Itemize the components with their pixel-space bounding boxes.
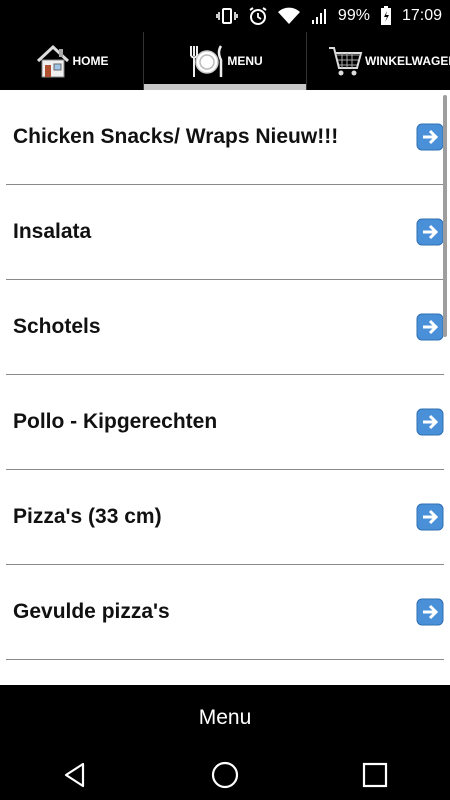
- list-item-label: Chicken Snacks/ Wraps Nieuw!!!: [13, 125, 339, 148]
- list-item-label: Gevulde pizza's: [13, 600, 170, 623]
- list-item-partial[interactable]: [6, 660, 444, 685]
- list-item-label: Pollo - Kipgerechten: [13, 410, 218, 433]
- recents-button[interactable]: [345, 755, 405, 795]
- vibrate-icon: [216, 7, 238, 25]
- battery-percent: 99%: [337, 7, 370, 24]
- shopping-cart-icon: [327, 43, 363, 79]
- list-item[interactable]: Gevulde pizza's: [6, 565, 444, 660]
- list-item-label: Schotels: [13, 315, 101, 338]
- arrow-right-icon[interactable]: [416, 408, 444, 436]
- tab-menu[interactable]: MENU: [143, 32, 307, 90]
- arrow-right-icon[interactable]: [416, 503, 444, 531]
- battery-icon: [380, 6, 392, 26]
- tab-home[interactable]: HOME: [0, 32, 143, 90]
- arrow-right-icon[interactable]: [416, 598, 444, 626]
- back-triangle-icon: [64, 762, 85, 788]
- tab-winkelwagen[interactable]: WINKELWAGEN: [307, 32, 450, 90]
- plate-cutlery-icon: [187, 43, 225, 79]
- wifi-icon: [277, 7, 300, 25]
- scrollbar[interactable]: [443, 95, 447, 337]
- alarm-icon: [248, 6, 268, 26]
- bottom-title: Menu: [198, 705, 252, 729]
- system-nav-bar: [0, 750, 450, 800]
- signal-icon: [310, 7, 328, 25]
- top-nav: HOME MENU WINKELWAGEN: [0, 32, 450, 90]
- menu-list: Chicken Snacks/ Wraps Nieuw!!! Insalata …: [0, 90, 450, 685]
- list-item-label: Pizza's (33 cm): [13, 505, 162, 528]
- tab-home-label: HOME: [72, 54, 109, 68]
- arrow-right-icon[interactable]: [416, 218, 444, 246]
- bottom-title-bar: Menu: [0, 685, 450, 750]
- arrow-right-icon[interactable]: [416, 313, 444, 341]
- list-item[interactable]: Pizza's (33 cm): [6, 470, 444, 565]
- list-item-label: Insalata: [13, 220, 92, 243]
- arrow-right-icon[interactable]: [416, 123, 444, 151]
- list-item[interactable]: Insalata: [6, 185, 444, 280]
- list-item[interactable]: Chicken Snacks/ Wraps Nieuw!!!: [6, 90, 444, 185]
- back-button[interactable]: [45, 755, 105, 795]
- home-circle-icon: [211, 761, 239, 789]
- recents-square-icon: [362, 762, 388, 788]
- home-button[interactable]: [195, 755, 255, 795]
- tab-menu-label: MENU: [227, 54, 263, 68]
- house-icon: [35, 43, 71, 79]
- status-bar: 99% 17:09: [0, 0, 450, 32]
- tab-winkelwagen-label: WINKELWAGEN: [365, 54, 450, 68]
- list-item[interactable]: Schotels: [6, 280, 444, 375]
- list-item[interactable]: Pollo - Kipgerechten: [6, 375, 444, 470]
- clock-time: 17:09: [401, 7, 442, 24]
